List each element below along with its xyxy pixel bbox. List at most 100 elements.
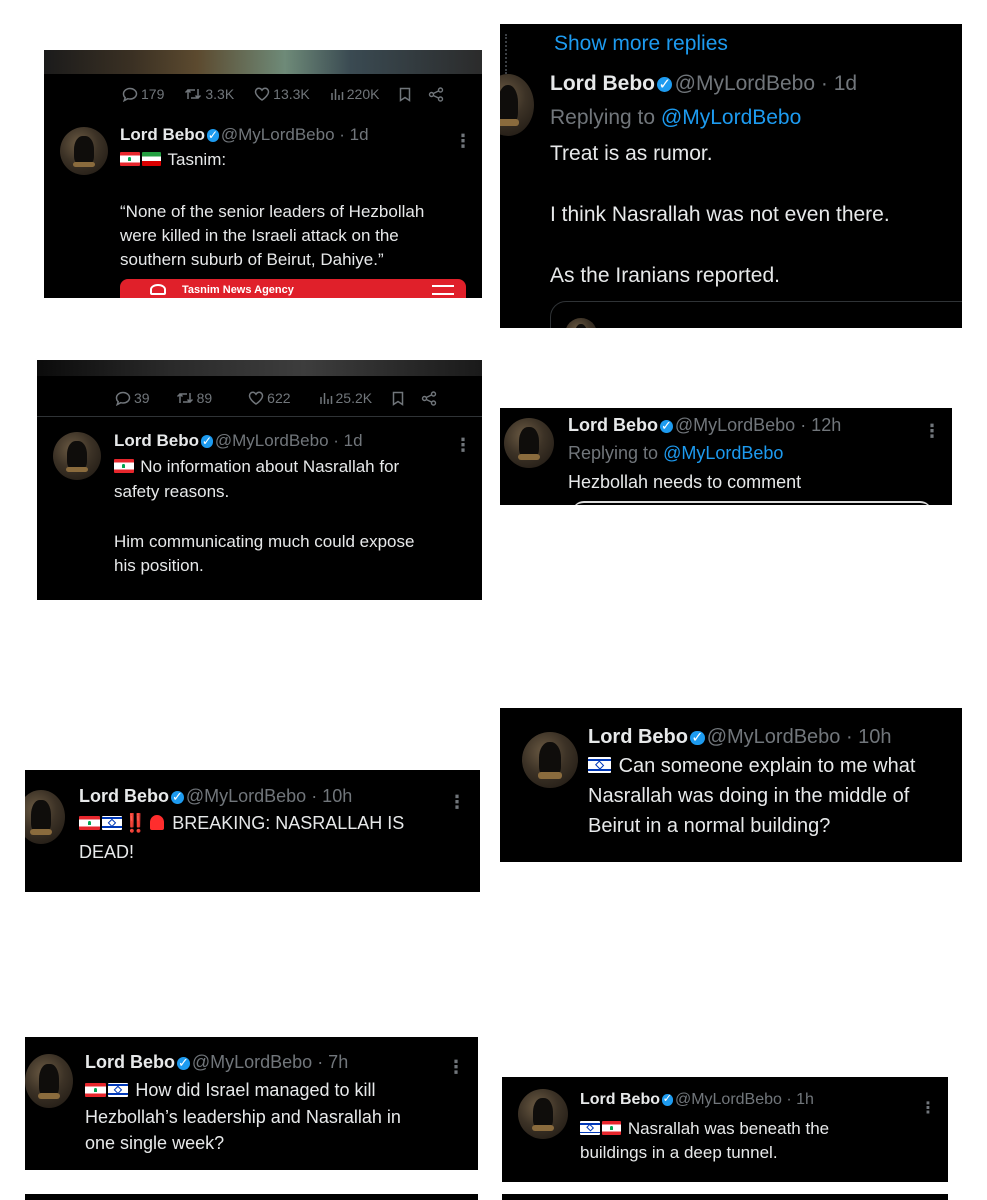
views-count: 25.2K — [335, 390, 373, 406]
tweet-time[interactable]: · 10h — [311, 786, 352, 806]
show-more-replies-link[interactable]: Show more replies — [554, 32, 728, 56]
more-options-icon[interactable]: ⋮ — [920, 1101, 936, 1117]
tweet-time[interactable]: · 12h — [800, 415, 841, 435]
avatar[interactable] — [60, 127, 108, 175]
share-button[interactable] — [428, 86, 447, 102]
menu-icon[interactable] — [432, 285, 454, 295]
tweet-card-rumor: Show more replies Lord Bebo ✓ @MyLordBebo … — [500, 24, 962, 328]
iran-flag-icon — [141, 152, 162, 166]
author-handle[interactable]: @MyLordBebo — [186, 786, 306, 806]
reply-icon — [115, 391, 131, 406]
avatar[interactable] — [500, 74, 534, 136]
author-name[interactable]: Lord Bebo — [550, 72, 655, 95]
more-options-icon[interactable]: ⋮ — [447, 1058, 465, 1076]
author-handle[interactable]: @MyLordBebo — [192, 1052, 312, 1072]
author-name[interactable]: Lord Bebo — [85, 1052, 175, 1072]
verified-badge-icon: ✓ — [206, 128, 220, 143]
author-name[interactable]: Lord Bebo — [568, 415, 658, 435]
tweet-text-line-4: his position. — [114, 556, 204, 575]
like-stat[interactable]: 622 — [248, 390, 291, 406]
tweet-time[interactable]: · 10h — [846, 726, 892, 748]
share-icon — [429, 86, 444, 102]
tweet-text-line-3: one single week? — [85, 1133, 225, 1153]
cropped-next-card — [502, 1194, 948, 1200]
views-stat[interactable]: 220K — [330, 86, 379, 102]
engagement-bar: 179 3.3K 13.3K 220K — [122, 86, 447, 102]
replying-prefix: Replying to — [550, 106, 656, 129]
more-options-icon[interactable]: ⋮ — [448, 793, 466, 811]
tweet-text-line-2: safety reasons. — [114, 482, 230, 501]
author-handle[interactable]: @MyLordBebo — [707, 726, 841, 748]
author-name[interactable]: Lord Bebo — [580, 1091, 660, 1108]
share-button[interactable] — [421, 390, 440, 406]
tweet-time[interactable]: · 1h — [786, 1091, 814, 1108]
author-name[interactable]: Lord Bebo — [79, 786, 169, 806]
heart-icon — [248, 391, 264, 405]
more-options-icon[interactable]: ⋮ — [454, 132, 472, 150]
like-stat[interactable]: 13.3K — [254, 86, 310, 102]
tweet-header: Lord Bebo ✓ @MyLordBebo · 1h — [580, 1091, 814, 1109]
israel-flag-icon — [107, 1082, 129, 1097]
tweet-text-quote-3: southern suburb of Beirut, Dahiye.” — [120, 250, 384, 269]
avatar[interactable] — [522, 732, 578, 788]
tweet-time[interactable]: · 1d — [821, 72, 857, 95]
israel-flag-icon — [580, 1121, 600, 1135]
quoted-tweet[interactable] — [572, 501, 932, 505]
tweet-time[interactable]: · 1d — [339, 125, 368, 144]
tweet-text-line-1: How did Israel managed to kill — [85, 1080, 376, 1101]
author-name[interactable]: Lord Bebo — [120, 125, 205, 144]
bookmark-button[interactable] — [399, 87, 414, 102]
repost-icon — [185, 89, 202, 99]
lebanon-flag-icon — [120, 152, 140, 166]
tasnim-logo-icon — [150, 284, 166, 295]
reply-stat[interactable]: 179 — [122, 86, 164, 102]
media-thumbnail-strip[interactable] — [37, 360, 482, 376]
author-name[interactable]: Lord Bebo — [114, 431, 199, 450]
author-handle[interactable]: @MyLordBebo — [221, 125, 335, 144]
tweet-header: Lord Bebo ✓ @MyLordBebo · 7h — [85, 1052, 348, 1073]
repost-stat[interactable]: 3.3K — [184, 86, 234, 102]
tweet-text-line-1: ‼️ BREAKING: NASRALLAH IS — [79, 813, 404, 834]
verified-badge-icon: ✓ — [690, 729, 705, 746]
tweet-text-quote-1: “None of the senior leaders of Hezbollah — [120, 202, 425, 221]
tweet-header: Lord Bebo ✓ @MyLordBebo · 1d — [550, 72, 857, 96]
share-icon — [421, 390, 437, 406]
bookmark-icon — [392, 391, 404, 406]
avatar[interactable] — [504, 418, 554, 468]
tweet-card-question: Lord Bebo ✓ @MyLordBebo · 10h Can someone … — [500, 708, 962, 862]
tweet-time[interactable]: · 7h — [317, 1052, 348, 1072]
tweet-text-line: Tasnim: — [120, 150, 226, 170]
author-handle[interactable]: @MyLordBebo — [215, 431, 329, 450]
quoted-tweet[interactable] — [550, 301, 962, 328]
replying-to: Replying to @MyLordBebo — [568, 443, 783, 464]
author-handle[interactable]: @MyLordBebo — [675, 72, 815, 95]
repost-stat[interactable]: 89 — [176, 390, 212, 406]
bookmark-icon — [400, 87, 411, 102]
replying-prefix: Replying to — [568, 443, 659, 463]
avatar[interactable] — [53, 432, 101, 480]
author-name[interactable]: Lord Bebo — [588, 726, 688, 748]
replying-handle-link[interactable]: @MyLordBebo — [661, 106, 801, 129]
avatar[interactable] — [25, 790, 65, 844]
more-options-icon[interactable]: ⋮ — [454, 436, 472, 454]
views-stat[interactable]: 25.2K — [319, 390, 373, 406]
reply-stat[interactable]: 39 — [115, 390, 150, 406]
author-handle[interactable]: @MyLordBebo — [675, 1091, 782, 1108]
bookmark-button[interactable] — [392, 391, 407, 406]
verified-badge-icon: ✓ — [170, 788, 184, 804]
tweet-time[interactable]: · 1d — [333, 431, 362, 450]
link-card[interactable]: Tasnim News Agency — [120, 279, 466, 298]
author-handle[interactable]: @MyLordBebo — [675, 415, 795, 435]
replying-handle-link[interactable]: @MyLordBebo — [663, 443, 783, 463]
tweet-text: No information about Nasrallah for — [140, 457, 400, 476]
tweet-text-line-3: Him communicating much could expose — [114, 532, 415, 551]
avatar[interactable] — [25, 1054, 73, 1108]
tweet-text: Hezbollah needs to comment — [568, 472, 802, 492]
more-options-icon[interactable]: ⋮ — [923, 422, 941, 440]
like-count: 622 — [267, 390, 291, 406]
avatar[interactable] — [518, 1089, 568, 1139]
media-thumbnail-strip[interactable] — [44, 50, 482, 74]
tweet-header: Lord Bebo ✓ @MyLordBebo · 1d — [120, 125, 369, 145]
double-exclamation-icon: ‼️ — [124, 813, 147, 833]
verified-badge-icon: ✓ — [176, 1054, 190, 1070]
